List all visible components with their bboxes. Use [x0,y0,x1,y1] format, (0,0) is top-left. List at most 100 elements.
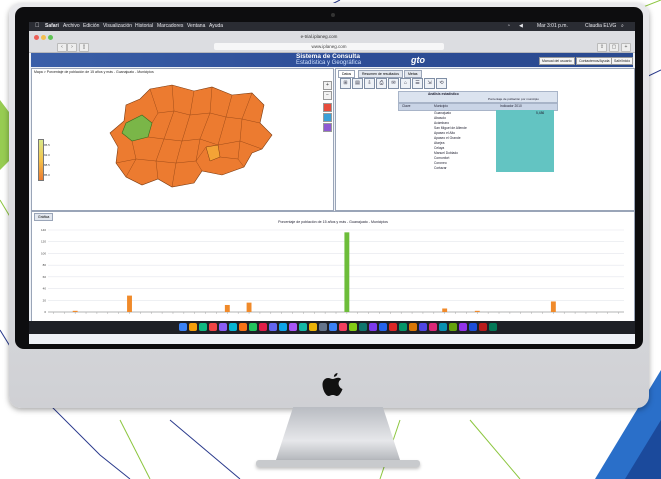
map-panel: Mapa > Porcentaje de población de 15 año… [31,68,334,211]
chart-bar[interactable] [224,304,230,312]
zoom-in-button[interactable]: + [323,81,332,90]
dock-app-icon[interactable] [259,323,267,331]
chart-bar[interactable] [442,308,448,312]
search-icon[interactable]: ⌕ [621,22,624,31]
menu-archivo[interactable]: Archivo [63,22,80,31]
apple-menu-icon[interactable]:  [35,22,40,31]
dock-app-icon[interactable] [319,323,327,331]
legend-label: 85.0 [44,173,50,177]
dock-app-icon[interactable] [479,323,487,331]
dock-app-icon[interactable] [459,323,467,331]
dock-app-icon[interactable] [289,323,297,331]
browser-toolbar: e-trial.iplaneg.com ‹ › ▯ www.iplaneg.co… [29,31,635,53]
wifi-icon[interactable]: ◔ [507,22,510,31]
tool-download-icon[interactable]: ⇩ [364,78,375,89]
close-window-button[interactable] [34,35,39,40]
chart-bar[interactable] [246,302,252,312]
clock[interactable]: Mar 3:01 p.m. [537,22,568,31]
os-menubar:  Safari Archivo Edición Visualización H… [29,22,635,31]
tool-table-icon[interactable]: ▤ [352,78,363,89]
tab-datos[interactable]: Datos [338,70,356,78]
menu-ventana[interactable]: Ventana [187,22,205,31]
guanajuato-map[interactable] [102,83,282,193]
dock-app-icon[interactable] [279,323,287,331]
address-bar[interactable]: www.iplaneg.com [214,43,444,50]
dock-app-icon[interactable] [449,323,457,331]
tool-home-icon[interactable]: ⌂ [400,78,411,89]
legend-label: 92.0 [44,153,50,157]
dock-app-icon[interactable] [199,323,207,331]
dock-app-icon[interactable] [389,323,397,331]
table-row[interactable]: Cortazar [398,166,556,171]
dock-app-icon[interactable] [239,323,247,331]
dock-app-icon[interactable] [419,323,427,331]
dock-app-icon[interactable] [229,323,237,331]
tool-mail-icon[interactable]: ✉ [388,78,399,89]
menu-marcadores[interactable]: Marcadores [157,22,183,31]
tool-print-icon[interactable]: ⎙ [376,78,387,89]
zoom-window-button[interactable] [48,35,53,40]
tool-refresh-icon[interactable]: ⟲ [436,78,447,89]
dock-app-icon[interactable] [349,323,357,331]
menu-app[interactable]: Safari [45,22,59,31]
layer-purple-icon[interactable] [323,123,332,132]
screen:  Safari Archivo Edición Visualización H… [29,22,635,344]
chart-bar[interactable] [344,232,350,312]
back-button[interactable]: ‹ [57,43,67,52]
tool-grid-icon[interactable]: ⊞ [340,78,351,89]
tool-export-icon[interactable]: ⇲ [424,78,435,89]
tab-resumen[interactable]: Resumen de resultados [358,70,403,78]
chart-bar[interactable] [474,310,480,312]
dock-app-icon[interactable] [399,323,407,331]
gto-logo: gto [411,55,425,65]
dock-app-icon[interactable] [299,323,307,331]
dock-app-icon[interactable] [209,323,217,331]
minimize-window-button[interactable] [41,35,46,40]
dock-app-icon[interactable] [369,323,377,331]
table-title: Análisis estadístico [428,92,459,96]
dock-app-icon[interactable] [269,323,277,331]
exit-button[interactable]: Salir/Inicio [611,57,634,65]
dock-app-icon[interactable] [219,323,227,331]
new-tab-icon[interactable]: + [621,43,631,52]
dock-app-icon[interactable] [189,323,197,331]
dock-app-icon[interactable] [249,323,257,331]
dock-app-icon[interactable] [489,323,497,331]
dock-app-icon[interactable] [379,323,387,331]
tabs-icon[interactable]: ▢ [609,43,619,52]
layer-red-icon[interactable] [323,103,332,112]
y-tick-label: 120 [41,240,46,244]
share-icon[interactable]: ⇪ [597,43,607,52]
layer-blue-icon[interactable] [323,113,332,122]
volume-icon[interactable]: ◀ [519,22,523,31]
chart-bar[interactable] [550,301,556,312]
dock-app-icon[interactable] [329,323,337,331]
dock-app-icon[interactable] [469,323,477,331]
browser-tab[interactable]: e-trial.iplaneg.com [169,33,469,40]
y-tick-label: 100 [41,251,46,255]
user-name[interactable]: Claudia ELVG [585,22,616,31]
row-municipio: Cortazar [434,166,447,170]
menu-edicion[interactable]: Edición [83,22,99,31]
app-header: Sistema de Consulta Estadística y Geográ… [31,53,634,67]
chart-bar[interactable] [72,310,78,312]
menu-historial[interactable]: Historial [135,22,153,31]
tool-list-icon[interactable]: ☰ [412,78,423,89]
dock-app-icon[interactable] [359,323,367,331]
zoom-out-button[interactable]: − [323,91,332,100]
chart-bar[interactable] [127,295,132,312]
menu-visualizacion[interactable]: Visualización [103,22,132,31]
dock-app-icon[interactable] [179,323,187,331]
dock-app-icon[interactable] [439,323,447,331]
dock-app-icon[interactable] [339,323,347,331]
forward-button[interactable]: › [67,43,77,52]
dock-app-icon[interactable] [429,323,437,331]
menu-ayuda[interactable]: Ayuda [209,22,223,31]
dock-app-icon[interactable] [309,323,317,331]
imac-stand-base [256,460,420,467]
manual-button[interactable]: Manual del usuario [539,57,575,65]
dock-app-icon[interactable] [409,323,417,331]
sidebar-toggle-button[interactable]: ▯ [79,43,89,52]
contact-button[interactable]: Contactenos/Ayuda [576,57,613,65]
tab-metas[interactable]: Metas [404,70,422,78]
